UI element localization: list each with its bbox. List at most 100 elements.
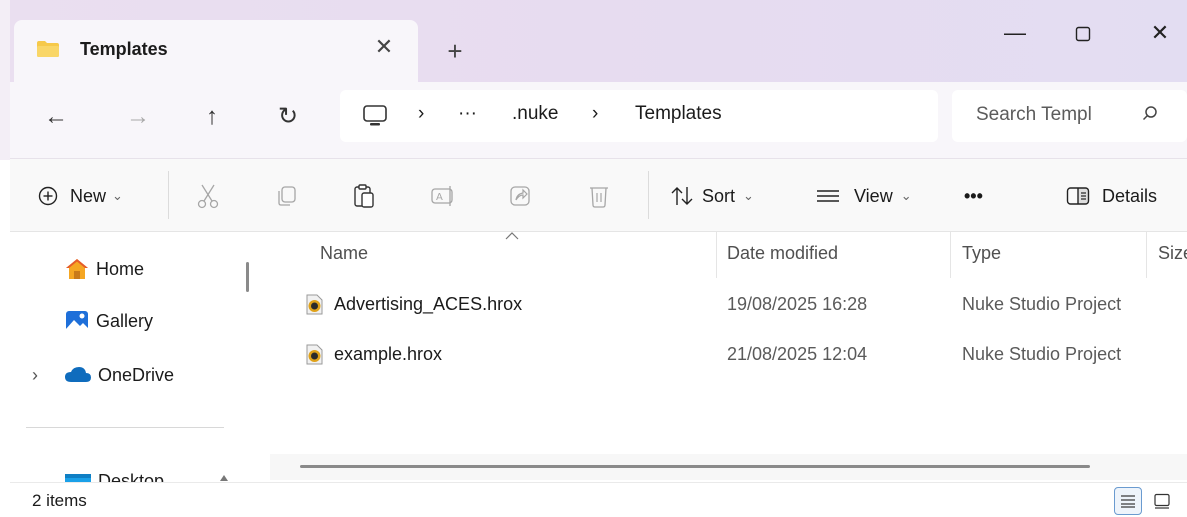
onedrive-icon <box>65 367 91 382</box>
details-view-button[interactable] <box>1114 487 1142 515</box>
tab-templates[interactable]: Templates ✕ <box>14 20 418 82</box>
sort-button[interactable]: Sort ⌄ <box>670 181 754 211</box>
cut-button[interactable] <box>196 181 220 211</box>
minimize-icon: — <box>1004 20 1026 45</box>
breadcrumb-separator[interactable]: › <box>418 103 424 125</box>
this-pc-icon <box>363 105 387 126</box>
breadcrumb-overflow[interactable]: ··· <box>458 103 477 125</box>
back-button[interactable]: ← <box>36 102 76 132</box>
details-label: Details <box>1102 185 1158 206</box>
delete-button[interactable] <box>588 181 610 211</box>
close-window-button[interactable]: ✕ <box>1130 20 1187 50</box>
chevron-down-icon: ⌄ <box>112 188 123 203</box>
expand-onedrive-button[interactable]: › <box>32 360 38 390</box>
sidebar-scrollbar[interactable] <box>246 262 249 292</box>
more-icon: ••• <box>964 185 983 206</box>
home-icon <box>66 259 88 279</box>
address-bar[interactable]: › ··· .nuke › Templates <box>340 90 938 142</box>
navigation-bar: ← → ↑ ↻ › ··· .nuke › Templates Search T… <box>10 82 1187 158</box>
cut-icon <box>197 184 219 209</box>
view-icon <box>817 190 839 202</box>
file-type: Nuke Studio Project <box>962 344 1122 364</box>
nuke-project-icon <box>306 344 323 365</box>
new-button[interactable]: New ⌄ <box>38 181 123 211</box>
toolbar-divider <box>648 171 649 219</box>
rename-button[interactable]: A <box>430 181 458 211</box>
column-divider[interactable] <box>1146 232 1147 278</box>
gallery-icon <box>66 311 88 331</box>
file-name: Advertising_ACES.hrox <box>334 294 523 314</box>
sidebar-item-label: Home <box>96 258 145 279</box>
forward-button[interactable]: → <box>118 102 158 132</box>
sidebar-item-onedrive[interactable]: OneDrive <box>64 360 174 390</box>
window-edge <box>0 0 10 160</box>
refresh-button[interactable]: ↻ <box>268 102 308 132</box>
column-header-name[interactable]: Name <box>320 243 368 264</box>
sidebar-item-label: Desktop <box>98 470 165 483</box>
file-name: example.hrox <box>334 344 443 364</box>
sidebar-item-label: OneDrive <box>98 364 175 385</box>
nuke-project-icon <box>306 294 323 315</box>
table-row[interactable]: example.hrox 21/08/2025 12:04 Nuke Studi… <box>296 334 1187 378</box>
item-count: 2 items <box>32 491 87 510</box>
file-date: 19/08/2025 16:28 <box>727 294 868 314</box>
view-button[interactable]: View ⌄ <box>816 181 912 211</box>
desktop-icon <box>65 474 91 482</box>
trash-icon <box>590 187 608 208</box>
sort-label: Sort <box>702 185 736 206</box>
column-divider[interactable] <box>950 232 951 278</box>
sidebar-item-desktop[interactable]: Desktop <box>64 462 264 482</box>
tiles-view-icon <box>1154 493 1170 509</box>
more-options-button[interactable]: ••• <box>964 181 983 211</box>
tab-title: Templates <box>80 39 168 59</box>
details-button[interactable]: Details <box>1066 181 1157 211</box>
search-icon <box>1142 106 1157 121</box>
share-icon <box>510 186 530 206</box>
toolbar-divider <box>168 171 169 219</box>
paste-icon <box>354 184 374 208</box>
sidebar-item-label: Gallery <box>96 310 154 331</box>
paste-button[interactable] <box>352 181 376 211</box>
horizontal-scrollbar-thumb[interactable] <box>300 465 1090 468</box>
copy-button[interactable] <box>274 181 298 211</box>
breadcrumb-nuke[interactable]: .nuke <box>512 103 558 125</box>
close-tab-button[interactable]: ✕ <box>370 34 398 60</box>
file-date: 21/08/2025 12:04 <box>727 344 868 364</box>
sidebar-item-home[interactable]: Home <box>64 254 144 284</box>
command-bar: New ⌄ A Sort ⌄ View ⌄ ••• Details <box>10 158 1187 232</box>
share-button[interactable] <box>508 181 532 211</box>
plus-circle-icon <box>38 186 58 206</box>
rename-icon: A <box>431 186 453 206</box>
breadcrumb-templates[interactable]: Templates <box>635 103 722 125</box>
chevron-down-icon: ⌄ <box>743 188 754 203</box>
sidebar-divider <box>26 427 224 428</box>
new-tab-button[interactable]: + <box>440 38 470 64</box>
close-icon: ✕ <box>1150 20 1170 45</box>
details-view-icon <box>1121 495 1135 508</box>
table-row[interactable]: Advertising_ACES.hrox 19/08/2025 16:28 N… <box>296 284 1187 328</box>
folder-icon <box>37 41 59 57</box>
maximize-button[interactable] <box>1053 20 1113 50</box>
breadcrumb-separator[interactable]: › <box>592 103 598 125</box>
details-pane-icon <box>1066 187 1090 205</box>
search-input[interactable]: Search Templ <box>976 104 1092 126</box>
view-label: View <box>854 185 893 206</box>
status-bar: 2 items <box>10 482 1187 517</box>
pin-icon <box>220 475 228 481</box>
new-label: New <box>70 185 107 206</box>
chevron-down-icon: ⌄ <box>900 188 912 203</box>
column-header-size[interactable]: Size <box>1158 243 1187 263</box>
file-type: Nuke Studio Project <box>962 294 1122 314</box>
sort-ascending-icon <box>505 232 519 240</box>
search-box[interactable]: Search Templ <box>952 90 1187 142</box>
minimize-button[interactable]: — <box>985 20 1045 50</box>
up-button[interactable]: ↑ <box>192 102 232 132</box>
sidebar-item-gallery[interactable]: Gallery <box>64 306 153 336</box>
column-header-date[interactable]: Date modified <box>727 243 838 264</box>
maximize-icon <box>1075 26 1091 42</box>
sort-icon <box>671 187 693 205</box>
column-divider[interactable] <box>716 232 717 278</box>
svg-text:A: A <box>436 192 443 203</box>
column-header-type[interactable]: Type <box>962 243 1001 264</box>
tiles-view-button[interactable] <box>1148 487 1176 515</box>
